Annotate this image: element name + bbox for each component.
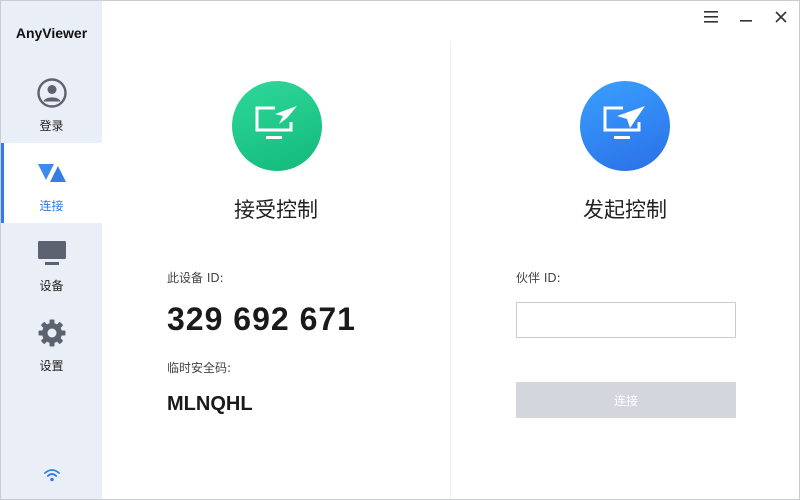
receive-control-icon [253,102,301,150]
connect-button[interactable]: 连接 [516,382,736,418]
sidebar-item-label: 连接 [39,199,64,213]
sidebar-item-connect[interactable]: 连接 [1,143,102,223]
partner-id-input[interactable] [516,302,736,338]
close-icon [775,8,787,27]
gear-icon [36,317,68,349]
sidebar: AnyViewer 登录 连接 设备 设置 [1,1,102,499]
send-control-badge [580,81,670,171]
sidebar-item-label: 登录 [39,119,64,133]
sidebar-item-label: 设置 [39,359,64,373]
sidebar-item-settings[interactable]: 设置 [1,303,102,383]
menu-button[interactable] [700,7,722,27]
user-icon [36,77,68,109]
temp-code-value: MLNQHL [167,393,253,415]
wifi-icon [44,467,60,482]
accept-control-title: 接受控制 [234,198,318,222]
app-title: AnyViewer [15,25,88,41]
connect-icon [36,157,68,189]
minimize-icon [740,8,752,27]
initiate-control-title: 发起控制 [583,198,667,222]
app-window: AnyViewer 登录 连接 设备 设置 接受控制 此设备 ID: 329 6… [0,0,800,500]
minimize-button[interactable] [735,7,757,27]
menu-icon [704,8,718,27]
receive-control-badge [232,81,322,171]
close-button[interactable] [770,7,792,27]
device-id-value: 329 692 671 [167,301,356,337]
device-id-label: 此设备 ID: [167,271,224,285]
sidebar-item-label: 设备 [39,279,64,293]
monitor-icon [36,237,68,269]
partner-id-label: 伙伴 ID: [516,271,561,285]
send-control-icon [601,102,649,150]
sidebar-item-login[interactable]: 登录 [1,63,102,143]
panel-divider [450,41,451,499]
temp-code-label: 临时安全码: [167,361,232,375]
sidebar-item-devices[interactable]: 设备 [1,223,102,303]
